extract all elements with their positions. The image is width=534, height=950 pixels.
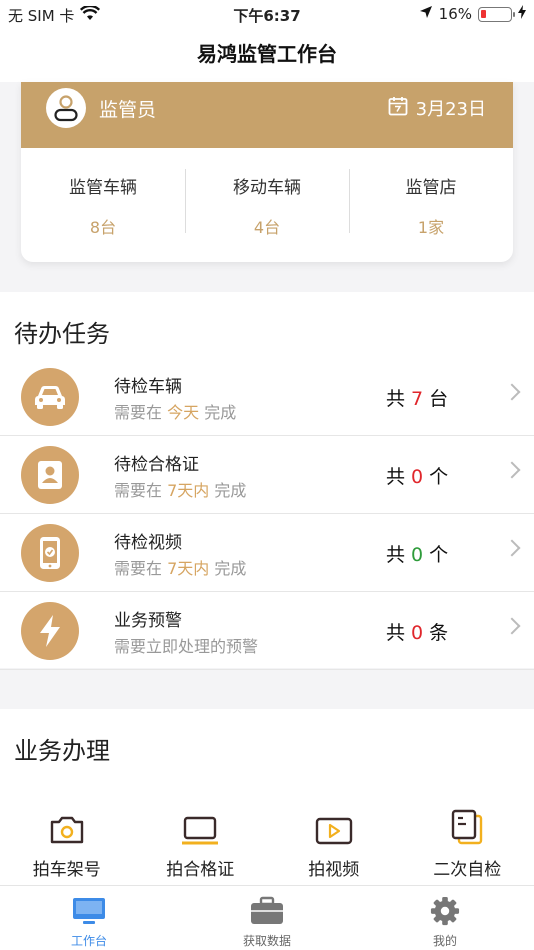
tab-mine[interactable]: 我的 [356, 886, 534, 950]
tab-label: 工作台 [70, 934, 107, 948]
todo-item-pending-certificates[interactable]: 待检合格证 需要在 7天内 完成 共 0 个 [0, 436, 534, 514]
todo-item-business-alerts[interactable]: 业务预警 需要立即处理的预警 共 0 条 [0, 592, 534, 670]
todo-title: 业务预警 [114, 611, 182, 631]
business-item-label: 拍视频 [308, 860, 360, 880]
todo-count: 共 0 个 [386, 466, 449, 488]
todo-item-pending-vehicles[interactable]: 待检车辆 需要在 今天 完成 共 7 台 [0, 358, 534, 436]
todo-count: 共 7 台 [386, 388, 449, 410]
video-play-icon [267, 805, 401, 845]
stat-label: 监管店 [405, 177, 457, 198]
tab-workbench[interactable]: 工作台 [0, 886, 178, 950]
business-item-self-check[interactable]: 二次自检 [401, 805, 534, 880]
stat-supervised-vehicles[interactable]: 监管车辆 8台 [21, 173, 185, 238]
todo-title: 待检车辆 [114, 377, 182, 397]
stat-moved-vehicles[interactable]: 移动车辆 4台 [185, 168, 349, 238]
user-role: 监管员 [99, 99, 157, 121]
stat-value: 1家 [417, 217, 445, 237]
documents-icon [401, 805, 534, 845]
briefcase-icon [178, 896, 356, 930]
charging-bolt-icon [518, 5, 526, 23]
tab-label: 我的 [432, 934, 457, 948]
stat-supervised-stores[interactable]: 监管店 1家 [349, 168, 513, 238]
todo-title: 待检视频 [114, 533, 182, 553]
camera-icon [0, 805, 134, 845]
business-section: 业务办理 拍车架号 拍合格证 拍视频 二次自检 [0, 709, 534, 885]
business-item-video[interactable]: 拍视频 [267, 805, 401, 880]
monitor-icon [0, 896, 178, 930]
gear-icon [356, 896, 534, 930]
page-title: 易鸿监管工作台 [0, 30, 534, 82]
status-bar: 无 SIM 卡 下午6:37 16% [0, 0, 534, 30]
todo-section-title: 待办任务 [14, 320, 110, 348]
business-item-label: 二次自检 [433, 860, 502, 880]
tab-bar: 工作台 获取数据 我的 [0, 885, 534, 950]
calendar-icon [388, 96, 408, 121]
todo-list: 待检车辆 需要在 今天 完成 共 7 台 待检合格证 需要在 7天内 完成 共 … [0, 358, 534, 670]
summary-date: 3月23日 [415, 99, 486, 120]
chevron-right-icon [503, 383, 521, 401]
todo-description: 需要在 7天内 完成 [114, 481, 247, 500]
business-section-title: 业务办理 [14, 737, 110, 765]
summary-card: 监管员 3月23日 监管车辆 8台 移动车辆 4台 监管店 1家 [21, 82, 513, 262]
certificate-icon [21, 446, 79, 504]
tab-get-data[interactable]: 获取数据 [178, 886, 356, 950]
todo-title: 待检合格证 [114, 455, 199, 475]
location-arrow-icon [419, 5, 433, 23]
todo-item-pending-videos[interactable]: 待检视频 需要在 7天内 完成 共 0 个 [0, 514, 534, 592]
tab-label: 获取数据 [242, 934, 291, 948]
business-item-certificate[interactable]: 拍合格证 [134, 805, 268, 880]
stat-value: 4台 [253, 217, 281, 237]
car-icon [21, 368, 79, 426]
todo-description: 需要立即处理的预警 [114, 637, 259, 656]
todo-description: 需要在 7天内 完成 [114, 559, 247, 578]
chevron-right-icon [503, 539, 521, 557]
chevron-right-icon [503, 461, 521, 479]
laptop-icon [134, 805, 268, 845]
chevron-right-icon [503, 617, 521, 635]
stat-label: 移动车辆 [233, 177, 301, 198]
battery-percent: 16% [438, 5, 472, 23]
stat-label: 监管车辆 [69, 177, 137, 198]
todo-count: 共 0 个 [386, 544, 449, 566]
stats-row: 监管车辆 8台 移动车辆 4台 监管店 1家 [21, 148, 513, 262]
todo-count: 共 0 条 [386, 622, 449, 644]
stat-value: 8台 [89, 217, 117, 237]
business-item-frame-number[interactable]: 拍车架号 [0, 805, 134, 880]
business-item-label: 拍车架号 [32, 860, 101, 880]
lightning-icon [21, 602, 79, 660]
user-avatar-icon [46, 88, 86, 128]
battery-icon [478, 6, 515, 22]
todo-section: 待办任务 待检车辆 需要在 今天 完成 共 7 台 待检合格证 需要在 7天内 … [0, 292, 534, 670]
business-grid: 拍车架号 拍合格证 拍视频 二次自检 [0, 805, 534, 880]
phone-video-icon [21, 524, 79, 582]
todo-description: 需要在 今天 完成 [114, 403, 237, 422]
summary-card-header: 监管员 3月23日 [21, 82, 513, 148]
business-item-label: 拍合格证 [166, 860, 235, 880]
